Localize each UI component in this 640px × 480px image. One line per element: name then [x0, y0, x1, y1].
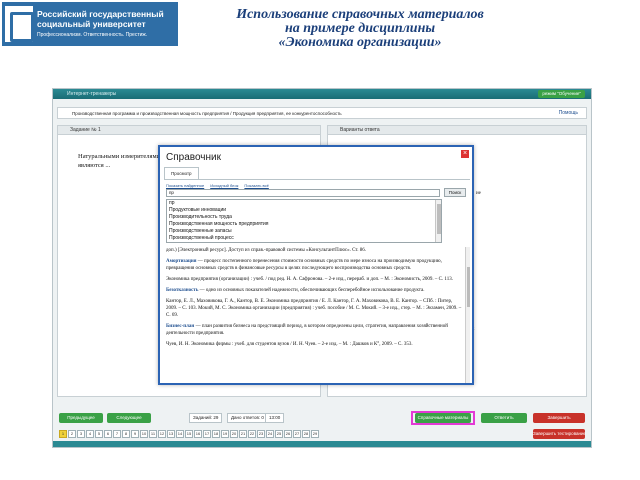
logo-tagline: Профессионализм. Ответственность. Прести… [37, 32, 148, 38]
stop-testing-button[interactable]: Завершить тестирование [533, 429, 586, 439]
search-input[interactable]: пр [166, 189, 440, 197]
terms-listbox[interactable]: пр Продуктовые инновации Производительност… [166, 199, 442, 243]
reference-dialog: Справочник × Просмотр Показать найденное… [158, 145, 474, 385]
slide-title-line-2: на примере дисциплины [284, 21, 436, 36]
question-number-button[interactable]: 17 [203, 430, 211, 438]
question-number-button[interactable]: 14 [176, 430, 184, 438]
search-button[interactable]: Поиск [444, 188, 466, 197]
term-list-item[interactable]: Промышленно-производственный персонал [167, 242, 441, 243]
article-scroll-thumb[interactable] [467, 267, 470, 307]
article-scrollbar[interactable] [465, 247, 470, 383]
question-number-button[interactable]: 11 [149, 430, 157, 438]
term-list-item[interactable]: Производственная мощность предприятия [167, 221, 441, 228]
question-number-button[interactable]: 28 [302, 430, 310, 438]
bottom-toolbar: Предыдущее Следующее Заданий: 29 Дано от… [53, 413, 591, 425]
close-icon[interactable]: × [461, 150, 469, 158]
article-entry: Амортизация — процесс постепенного перен… [166, 258, 462, 272]
next-button[interactable]: Следующее [107, 413, 151, 423]
article-entry: Бизнес-план — план развития бизнеса на п… [166, 323, 462, 337]
question-number-button[interactable]: 13 [167, 430, 175, 438]
entry-term[interactable]: Безотказность [166, 288, 198, 293]
slide-title-line-3: «Экономика организации» [278, 35, 442, 50]
dialog-title: Справочник [166, 152, 221, 163]
question-number-button[interactable]: 5 [95, 430, 103, 438]
question-number-button[interactable]: 18 [212, 430, 220, 438]
help-link[interactable]: Помощь [559, 110, 578, 117]
question-number-button[interactable]: 29 [311, 430, 319, 438]
question-number-button[interactable]: 8 [122, 430, 130, 438]
question-number-button[interactable]: 26 [284, 430, 292, 438]
entry-term[interactable]: Бизнес-план [166, 324, 194, 329]
mode-badge: режим "Обучение" [538, 90, 585, 98]
answers-fragment-1: ие [476, 191, 481, 196]
entry-source: Кантор, Е. Л., Маховикова, Г. А., Кантор… [166, 299, 462, 318]
question-panel-title: Задание № 1 [58, 126, 320, 135]
prev-button[interactable]: Предыдущее [59, 413, 103, 423]
question-number-button[interactable]: 25 [275, 430, 283, 438]
article-intro: доп.) [Электронный ресурс]. Доступ из сп… [166, 248, 366, 253]
logo-line-1: Российский государственный [37, 9, 164, 19]
question-navigator: 1 2 3 4 5 6 7 8 9 10 11 12 13 14 15 16 17 18 19 20 21 22 23 24 2… [59, 430, 319, 438]
reference-button-highlight [411, 411, 475, 425]
university-emblem-icon [5, 6, 34, 42]
answers-panel-title: Варианты ответа [328, 126, 586, 135]
article-entry: Безотказность — одно из основных показат… [166, 287, 462, 294]
term-list-item[interactable]: пр [167, 200, 441, 207]
slide-title-line-1: Использование справочных материалов [236, 7, 484, 22]
question-number-button[interactable]: 22 [248, 430, 256, 438]
question-number-button[interactable]: 4 [86, 430, 94, 438]
question-number-button[interactable]: 3 [77, 430, 85, 438]
question-number-button[interactable]: 10 [140, 430, 148, 438]
answered-count: Дано ответов: 0 [227, 413, 268, 423]
slide-title: Использование справочных материалов на п… [190, 8, 530, 50]
app-footer [53, 441, 591, 447]
question-number-button[interactable]: 23 [257, 430, 265, 438]
finish-button[interactable]: Завершить [533, 413, 585, 423]
question-number-button[interactable]: 16 [194, 430, 202, 438]
entry-definition: — план развития бизнеса на предстоящий п… [166, 324, 448, 336]
question-number-button[interactable]: 1 [59, 430, 67, 438]
answer-button[interactable]: Ответить [481, 413, 527, 423]
question-number-button[interactable]: 19 [221, 430, 229, 438]
question-number-button[interactable]: 7 [113, 430, 121, 438]
task-path-bar: Производственная программа и производств… [57, 107, 587, 119]
reference-article: доп.) [Электронный ресурс]. Доступ из сп… [166, 247, 462, 352]
task-path: Производственная программа и производств… [72, 111, 342, 116]
university-logo: Российский государственный социальный ун… [2, 2, 178, 46]
question-number-button[interactable]: 9 [131, 430, 139, 438]
question-number-button[interactable]: 2 [68, 430, 76, 438]
entry-source: Экономика предприятия (организации) : уч… [166, 277, 453, 282]
task-count: Заданий: 29 [189, 413, 223, 423]
question-number-button[interactable]: 24 [266, 430, 274, 438]
question-number-button[interactable]: 21 [239, 430, 247, 438]
question-number-button[interactable]: 27 [293, 430, 301, 438]
question-text: Натуральными измерителями являются ... [78, 153, 161, 169]
listbox-scroll-thumb[interactable] [437, 204, 441, 234]
slide: Российский государственный социальный ун… [0, 0, 640, 480]
app-topbar: Интернет-тренажеры режим "Обучение" [53, 89, 591, 99]
question-number-button[interactable]: 20 [230, 430, 238, 438]
entry-definition: — процесс постепенного перенесения стоим… [166, 259, 442, 271]
tab-divider [164, 179, 470, 180]
term-list-item[interactable]: Производительность труда [167, 214, 441, 221]
logo-line-2: социальный университет [37, 19, 146, 29]
question-number-button[interactable]: 15 [185, 430, 193, 438]
timer: 13:00 [265, 413, 285, 423]
term-list-item[interactable]: Продуктовые инновации [167, 207, 441, 214]
app-title: Интернет-тренажеры [67, 91, 117, 97]
tab-view[interactable]: Просмотр [164, 167, 199, 179]
entry-term[interactable]: Амортизация [166, 259, 196, 264]
question-number-button[interactable]: 6 [104, 430, 112, 438]
entry-definition: — одно из основных показателей надежност… [198, 288, 425, 293]
entry-source: Чуев, И. Н. Экономика фирмы : учеб. для … [166, 342, 413, 347]
listbox-scrollbar[interactable] [435, 200, 441, 242]
term-list-item[interactable]: Производственный процесс [167, 235, 441, 242]
question-number-button[interactable]: 12 [158, 430, 166, 438]
term-list-item[interactable]: Производственные запасы [167, 228, 441, 235]
